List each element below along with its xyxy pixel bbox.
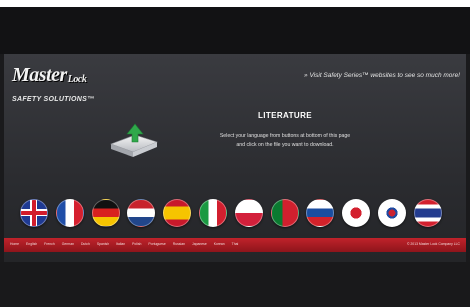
flag-netherlands-button[interactable] [127,199,156,227]
masterlock-logo[interactable]: MasterLock SAFETY SOLUTIONS™ [12,64,122,110]
bottom-bar [0,262,470,307]
flag-italy-button[interactable] [199,199,227,227]
footer-link-english[interactable]: English [26,242,37,246]
flag-uk-button[interactable] [20,199,48,227]
footer-link-polish[interactable]: Polish [132,242,141,246]
flag-portugal-button[interactable] [270,199,299,227]
footer-link-korean[interactable]: Korean [214,242,225,246]
footer-link-home[interactable]: Home [10,242,19,246]
flag-france-button[interactable] [55,199,84,227]
flag-russia-button[interactable] [306,199,335,227]
footer-link-dutch[interactable]: Dutch [81,242,90,246]
footer-link-german[interactable]: German [62,242,74,246]
flag-japan-button[interactable] [342,199,371,227]
instructions-line-2: and click on the file you want to downlo… [236,142,334,148]
flag-poland-button[interactable] [234,199,263,227]
flag-korea-button[interactable] [378,199,406,227]
footer-link-italian[interactable]: Italian [116,242,125,246]
instructions-line-1: Select your language from buttons at bot… [219,133,351,139]
top-bar [0,7,470,54]
footer-link-french[interactable]: French [44,242,55,246]
copyright-text: © 2013 Master Lock Company LLC [406,242,460,246]
safety-series-link[interactable]: » Visit Safety Series™ websites to see s… [304,72,460,79]
footer-link-thai[interactable]: Thai [232,242,239,246]
footer-link-portuguese[interactable]: Portuguese [148,242,165,246]
footer-links: Home English French German Dutch Spanish Itali… [10,242,245,246]
language-flag-bar [20,199,460,229]
flag-germany-button[interactable] [91,199,120,227]
page-title: LITERATURE [257,111,313,120]
logo-tagline: SAFETY SOLUTIONS™ [12,96,95,103]
download-drive-icon [105,120,161,160]
logo-wordmark: MasterLock [12,64,87,86]
flag-spain-button[interactable] [163,199,192,227]
instructions-text: Select your language from buttons at bot… [168,132,402,150]
footer-bar: Home English French German Dutch Spanish Itali… [4,238,466,252]
footer-link-japanese[interactable]: Japanese [192,242,207,246]
footer-link-spanish[interactable]: Spanish [97,242,109,246]
footer-link-russian[interactable]: Russian [173,242,185,246]
flag-thailand-button[interactable] [413,199,442,227]
